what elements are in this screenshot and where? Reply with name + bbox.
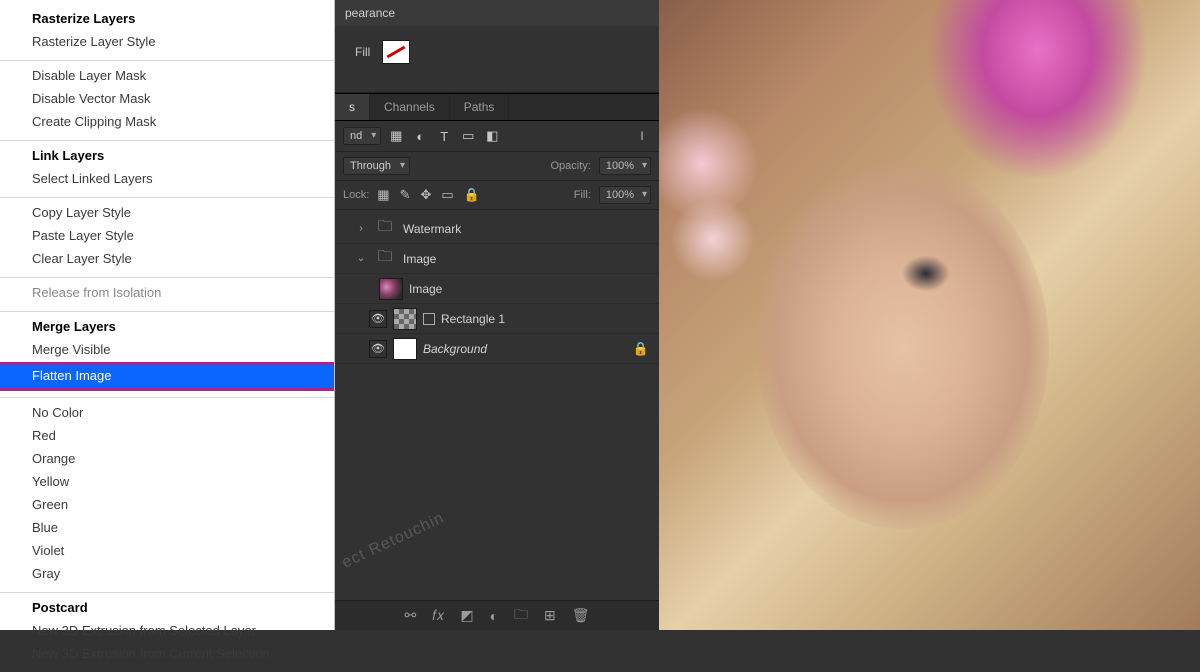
fill-swatch[interactable] — [382, 40, 410, 64]
menu-item-merge-visible[interactable]: Merge Visible — [0, 339, 334, 362]
filter-adjustment-icon[interactable]: ◐ — [411, 128, 429, 144]
layers-panel-footer: ⚯ 𝑓𝑥 ◩ ◐ 🗀 ⊞ 🗑 — [335, 600, 659, 630]
lock-icon[interactable]: 🔒 — [633, 341, 649, 357]
link-layers-icon[interactable]: ⚯ — [404, 607, 416, 624]
menu-item-merge-layers[interactable]: Merge Layers — [0, 316, 334, 339]
layers-filter-bar: nd ▦ ◐ T ▭ ◧ ⏽ — [335, 121, 659, 152]
filter-smart-icon[interactable]: ◧ — [483, 128, 501, 144]
menu-item-postcard[interactable]: Postcard — [0, 597, 334, 620]
layer-row-rectangle[interactable]: 👁 Rectangle 1 — [335, 304, 659, 334]
layer-tree: › 🗀 Watermark ⌄ 🗀 Image Image 👁 Rectangl… — [335, 210, 659, 368]
visibility-toggle-icon[interactable]: 👁 — [369, 340, 387, 358]
layer-row-image[interactable]: Image — [335, 274, 659, 304]
shape-icon — [423, 313, 435, 325]
opacity-label: Opacity: — [551, 160, 591, 172]
folder-icon: 🗀 — [373, 248, 397, 270]
new-group-icon[interactable]: 🗀 — [514, 604, 528, 628]
menu-item-color-gray[interactable]: Gray — [0, 563, 334, 586]
menu-item-rasterize-layers[interactable]: Rasterize Layers — [0, 8, 334, 31]
menu-item-rasterize-layer-style[interactable]: Rasterize Layer Style — [0, 31, 334, 54]
fill-value[interactable]: 100% — [599, 186, 651, 204]
appearance-panel: pearance Fill — [335, 0, 659, 93]
menu-item-disable-vector-mask[interactable]: Disable Vector Mask — [0, 88, 334, 111]
layer-row-watermark[interactable]: › 🗀 Watermark — [335, 214, 659, 244]
layers-lock-row: Lock: ▦ ✎ ✥ ▭ 🔒 Fill: 100% — [335, 181, 659, 210]
layer-thumbnail[interactable] — [393, 308, 417, 330]
menu-item-create-clipping-mask[interactable]: Create Clipping Mask — [0, 111, 334, 134]
menu-item-clear-layer-style[interactable]: Clear Layer Style — [0, 248, 334, 271]
disclosure-arrow-icon[interactable]: › — [355, 223, 367, 234]
menu-item-release-isolation: Release from Isolation — [0, 282, 334, 305]
lock-artboard-icon[interactable]: ▭ — [441, 187, 453, 203]
folder-icon: 🗀 — [373, 218, 397, 240]
layer-row-background[interactable]: 👁 Background 🔒 — [335, 334, 659, 364]
appearance-panel-title: pearance — [335, 0, 659, 26]
new-layer-icon[interactable]: ⊞ — [544, 607, 556, 624]
layer-name[interactable]: Image — [409, 282, 442, 296]
menu-item-color-yellow[interactable]: Yellow — [0, 471, 334, 494]
add-mask-icon[interactable]: ◩ — [460, 607, 473, 624]
layer-name[interactable]: Background — [423, 342, 487, 356]
layer-fx-icon[interactable]: 𝑓𝑥 — [432, 607, 444, 624]
lock-transparency-icon[interactable]: ▦ — [377, 187, 389, 203]
tab-channels[interactable]: Channels — [370, 94, 450, 120]
menu-item-flatten-image[interactable]: Flatten Image — [0, 362, 334, 391]
lock-pixels-icon[interactable]: ✎ — [400, 187, 411, 203]
layer-kind-select[interactable]: nd — [343, 127, 381, 145]
menu-item-disable-layer-mask[interactable]: Disable Layer Mask — [0, 65, 334, 88]
menu-item-color-violet[interactable]: Violet — [0, 540, 334, 563]
lock-label: Lock: — [343, 189, 369, 201]
layer-name[interactable]: Watermark — [403, 222, 461, 236]
menu-item-copy-layer-style[interactable]: Copy Layer Style — [0, 202, 334, 225]
appearance-fill-label: Fill — [355, 45, 370, 59]
fill-label: Fill: — [574, 189, 591, 201]
layer-context-menu: Rasterize Layers Rasterize Layer Style D… — [0, 0, 335, 630]
layer-name[interactable]: Rectangle 1 — [441, 312, 505, 326]
layer-thumbnail[interactable] — [393, 338, 417, 360]
adjustment-layer-icon[interactable]: ◐ — [490, 608, 498, 624]
menu-item-3d-extrusion-selection[interactable]: New 3D Extrusion from Current Selection — [0, 643, 334, 666]
menu-item-color-green[interactable]: Green — [0, 494, 334, 517]
blend-mode-select[interactable]: Through — [343, 157, 410, 175]
delete-layer-icon[interactable]: 🗑 — [572, 607, 590, 624]
layer-row-image-group[interactable]: ⌄ 🗀 Image — [335, 244, 659, 274]
canvas-image[interactable] — [659, 0, 1200, 630]
tab-paths[interactable]: Paths — [450, 94, 510, 120]
filter-toggle-icon[interactable]: ⏽ — [633, 128, 651, 144]
filter-pixel-icon[interactable]: ▦ — [387, 128, 405, 144]
layers-blend-row: Through Opacity: 100% — [335, 152, 659, 181]
disclosure-arrow-icon[interactable]: ⌄ — [355, 253, 367, 264]
visibility-toggle-icon[interactable]: 👁 — [369, 310, 387, 328]
lock-all-icon[interactable]: 🔒 — [464, 187, 480, 203]
filter-shape-icon[interactable]: ▭ — [459, 128, 477, 144]
lock-position-icon[interactable]: ✥ — [421, 187, 432, 203]
menu-item-paste-layer-style[interactable]: Paste Layer Style — [0, 225, 334, 248]
menu-item-color-blue[interactable]: Blue — [0, 517, 334, 540]
opacity-value[interactable]: 100% — [599, 157, 651, 175]
menu-item-color-none[interactable]: No Color — [0, 402, 334, 425]
layers-panel-tabs: s Channels Paths — [335, 93, 659, 121]
layer-name[interactable]: Image — [403, 252, 436, 266]
filter-type-icon[interactable]: T — [435, 128, 453, 144]
menu-item-link-layers[interactable]: Link Layers — [0, 145, 334, 168]
menu-item-color-red[interactable]: Red — [0, 425, 334, 448]
menu-item-select-linked-layers[interactable]: Select Linked Layers — [0, 168, 334, 191]
layer-thumbnail[interactable] — [379, 278, 403, 300]
menu-item-color-orange[interactable]: Orange — [0, 448, 334, 471]
menu-item-3d-extrusion-layer[interactable]: New 3D Extrusion from Selected Layer — [0, 620, 334, 643]
tab-layers[interactable]: s — [335, 94, 370, 120]
